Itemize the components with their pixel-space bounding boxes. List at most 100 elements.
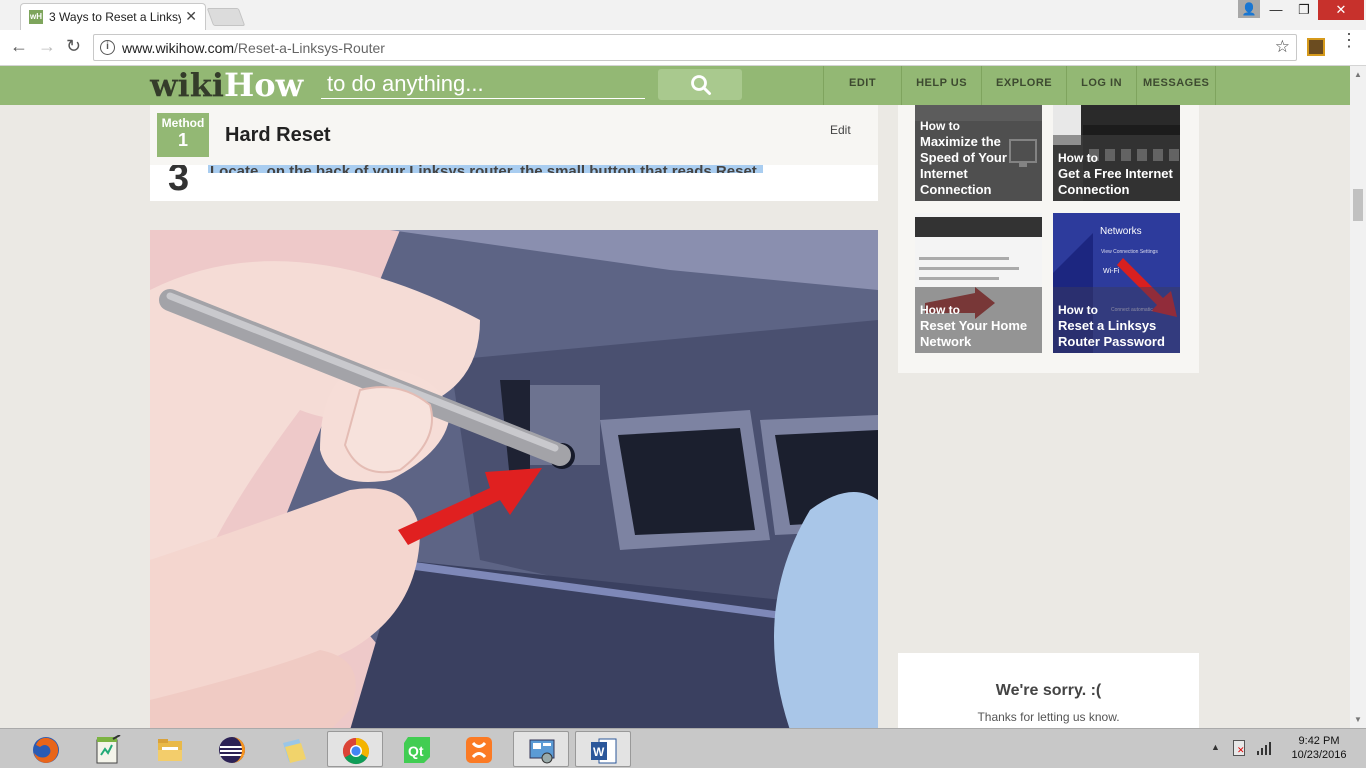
related-title-text: Maximize the Speed of Your Internet Conn… [920, 134, 1007, 197]
url-host: www.wikihow.com [122, 40, 235, 56]
related-howto: How to [920, 303, 960, 317]
forward-arrow-icon[interactable]: → [38, 36, 56, 57]
search-input[interactable] [321, 70, 645, 98]
notepad-icon [96, 735, 121, 764]
eclipse-icon [219, 737, 245, 763]
method-title: Hard Reset [225, 124, 331, 146]
extension-icon[interactable] [1307, 38, 1325, 56]
firefox-icon [33, 737, 59, 763]
word-icon: W [591, 738, 617, 764]
bookmark-star-icon[interactable]: ☆ [1275, 37, 1290, 57]
tray-expand-icon[interactable]: ▲ [1211, 742, 1220, 752]
router-reset-illustration [150, 230, 878, 728]
related-article-4[interactable]: Networks View Connection Settings Wi-Fi … [1053, 213, 1180, 353]
method-badge: Method 1 [157, 113, 209, 157]
nav-help-us[interactable]: HELP US [901, 66, 981, 105]
related-title: How to Get a Free Internet Connection [1058, 150, 1180, 198]
clock-time: 9:42 PM [1298, 735, 1340, 747]
wikihow-nav: EDIT HELP US EXPLORE LOG IN MESSAGES [823, 66, 1217, 105]
related-howto: How to [920, 119, 960, 133]
taskbar-notepad[interactable] [80, 731, 136, 767]
taskbar-file-explorer[interactable] [142, 731, 198, 767]
wikihow-favicon-icon: wH [29, 10, 43, 24]
url-text[interactable]: www.wikihow.com/Reset-a-Linksys-Router [122, 40, 385, 56]
wikihow-header: wikiHow EDIT HELP US EXPLORE LOG IN MESS… [0, 66, 1350, 105]
scroll-up-icon[interactable]: ▲ [1354, 70, 1362, 79]
page-scrollbar[interactable]: ▲ ▼ [1350, 66, 1366, 728]
svg-text:Qt: Qt [408, 743, 424, 759]
qt-creator-icon: Qt [404, 737, 430, 763]
logo-how-text: How [224, 66, 304, 104]
nav-messages[interactable]: MESSAGES [1136, 66, 1217, 105]
tab-close-icon[interactable]: ✕ [185, 8, 197, 25]
related-title: How to Reset Your Home Network [920, 302, 1042, 350]
taskbar-eclipse[interactable] [204, 731, 260, 767]
file-explorer-icon [158, 739, 182, 761]
related-article-1[interactable]: How to Maximize the Speed of Your Intern… [915, 105, 1042, 201]
method-label: Method [161, 116, 205, 130]
related-title-text: Reset a Linksys Router Password [1058, 318, 1165, 349]
article-step-card: 3 Locate, on the back of your Linksys ro… [150, 105, 878, 201]
nav-log-in[interactable]: LOG IN [1066, 66, 1136, 105]
taskbar-word[interactable]: W [575, 731, 631, 767]
taskbar-qt-creator[interactable]: Qt [389, 731, 445, 767]
search-button[interactable] [658, 69, 742, 100]
svg-text:W: W [593, 745, 605, 759]
site-info-icon[interactable]: i [100, 40, 115, 55]
related-articles: How to Maximize the Speed of Your Intern… [898, 105, 1199, 373]
search-field[interactable] [321, 70, 645, 99]
taskbar-folder[interactable] [266, 731, 322, 767]
nav-explore[interactable]: EXPLORE [981, 66, 1066, 105]
folder-icon [283, 739, 306, 763]
related-title-text: Get a Free Internet Connection [1058, 166, 1173, 197]
scroll-down-icon[interactable]: ▼ [1354, 715, 1362, 724]
scroll-thumb[interactable] [1353, 189, 1363, 221]
related-howto: How to [1058, 303, 1098, 317]
related-article-3[interactable]: How to Reset Your Home Network [915, 213, 1042, 353]
taskbar-xampp[interactable] [451, 731, 507, 767]
network-signal-icon[interactable] [1257, 741, 1273, 755]
related-title-text: Reset Your Home Network [920, 318, 1028, 349]
thumb-wifi-text: Wi-Fi [1103, 268, 1120, 275]
sorry-title: We're sorry. :( [995, 682, 1102, 699]
step-number: 3 [168, 163, 190, 191]
profile-icon[interactable]: 👤 [1238, 0, 1260, 18]
nav-edit[interactable]: EDIT [823, 66, 901, 105]
chrome-icon [342, 737, 370, 765]
taskbar-control-panel[interactable] [513, 731, 569, 767]
sorry-text: Thanks for letting us know. [977, 710, 1120, 724]
url-path: /Reset-a-Linksys-Router [234, 40, 385, 56]
new-tab-button[interactable] [206, 8, 246, 26]
address-bar[interactable]: i www.wikihow.com/Reset-a-Linksys-Router… [93, 34, 1297, 61]
related-title: How to Maximize the Speed of Your Intern… [920, 118, 1042, 198]
minimize-button[interactable]: — [1262, 0, 1290, 20]
logo-wiki-text: wiki [150, 66, 225, 104]
browser-toolbar: ← → ↻ i www.wikihow.com/Reset-a-Linksys-… [0, 30, 1366, 66]
ad-feedback-panel: We're sorry. :( Thanks for letting us kn… [898, 653, 1199, 728]
xampp-icon [466, 737, 492, 763]
edit-link[interactable]: Edit [830, 123, 851, 137]
wikihow-logo[interactable]: wikiHow [150, 68, 303, 102]
related-title: How to Reset a Linksys Router Password [1058, 302, 1180, 350]
related-howto: How to [1058, 151, 1098, 165]
thumb-view-settings-text: View Connection Settings [1101, 249, 1158, 255]
related-article-2[interactable]: How to Get a Free Internet Connection [1053, 105, 1180, 201]
action-center-flag-icon[interactable] [1233, 740, 1245, 756]
taskbar-chrome[interactable] [327, 731, 383, 767]
method-sticky-header: Method 1 Hard Reset Edit [150, 105, 878, 165]
taskbar-firefox[interactable] [18, 731, 74, 767]
control-panel-icon [529, 739, 555, 764]
maximize-button[interactable]: ❐ [1290, 0, 1318, 20]
chrome-menu-icon[interactable]: ⋮ [1340, 31, 1358, 49]
system-clock[interactable]: 9:42 PM 10/23/2016 [1284, 734, 1354, 762]
reload-icon[interactable]: ↻ [66, 36, 81, 57]
step-illustration[interactable] [150, 230, 878, 728]
method-number: 1 [177, 130, 188, 150]
page-viewport: wikiHow EDIT HELP US EXPLORE LOG IN MESS… [0, 66, 1350, 728]
tab-title: 3 Ways to Reset a Linksys [49, 10, 181, 24]
clock-date: 10/23/2016 [1291, 749, 1347, 761]
back-arrow-icon[interactable]: ← [10, 36, 28, 57]
close-window-button[interactable]: ✕ [1318, 0, 1364, 20]
thumb-networks-text: Networks [1100, 226, 1142, 237]
browser-tab[interactable]: wH 3 Ways to Reset a Linksys ✕ [20, 3, 206, 30]
